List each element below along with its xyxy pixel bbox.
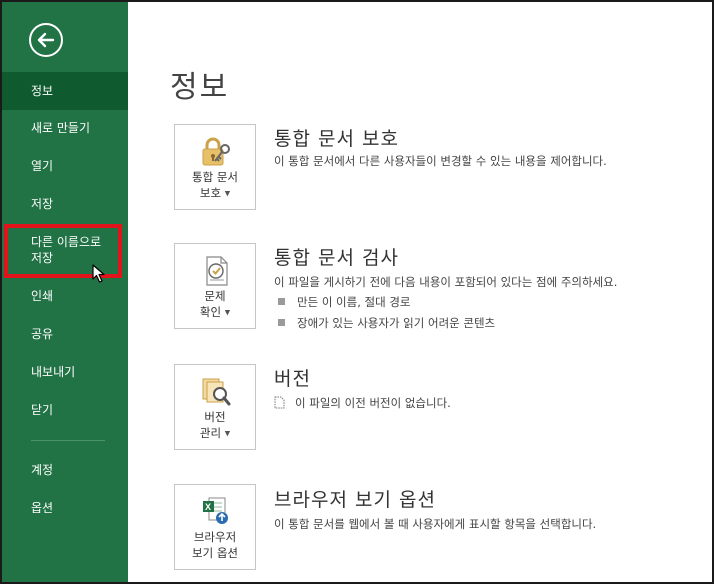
check-issues-button[interactable]: 문제 확인 ▼ <box>174 243 256 329</box>
back-arrow-icon <box>37 32 55 48</box>
back-button[interactable] <box>29 23 63 57</box>
nav-item-options[interactable]: 옵션 <box>2 500 128 516</box>
nav-item-label: 저장 <box>31 197 54 211</box>
nav-item-save[interactable]: 저장 <box>2 196 128 212</box>
tile-label-line1: 문제 <box>204 289 226 303</box>
nav-item-label: 공유 <box>31 327 54 341</box>
backstage-window: 정보 새로 만들기 열기 저장 다른 이름으로 저장 인쇄 공유 내보내기 닫기… <box>0 0 714 584</box>
lock-key-icon <box>202 137 230 166</box>
svg-text:X: X <box>205 502 211 512</box>
tile-label-line1: 통합 문서 <box>192 170 238 184</box>
list-item: 장애가 있는 사용자가 읽기 어려운 콘텐츠 <box>278 315 495 331</box>
dropdown-caret-icon: ▼ <box>224 429 231 438</box>
manage-versions-button[interactable]: 버전 관리 ▼ <box>174 364 256 450</box>
backstage-sidebar: 정보 새로 만들기 열기 저장 다른 이름으로 저장 인쇄 공유 내보내기 닫기… <box>2 2 128 582</box>
tile-label-line2: 확인 <box>199 305 222 319</box>
nav-item-label: 새로 만들기 <box>31 121 91 135</box>
section-title: 버전 <box>274 368 311 390</box>
document-icon <box>274 396 285 409</box>
tile-label-line1: 브라우저 <box>193 530 237 544</box>
versions-note: 이 파일의 이전 버전이 없습니다. <box>274 395 451 411</box>
bullet-square-icon <box>278 298 285 305</box>
nav-item-label: 계정 <box>31 463 54 477</box>
nav-item-share[interactable]: 공유 <box>2 326 128 342</box>
protect-workbook-button[interactable]: 통합 문서 보호 ▼ <box>174 124 256 210</box>
backstage-main: 정보 통합 문서 보호 ▼ 통합 문서 보호 이 통합 문서에서 다른 사용자들… <box>128 2 712 582</box>
check-document-icon <box>206 256 228 286</box>
tile-label-line1: 버전 <box>204 410 226 424</box>
nav-item-open[interactable]: 열기 <box>2 158 128 174</box>
tile-label-line2: 보기 옵션 <box>192 546 238 560</box>
nav-item-account[interactable]: 계정 <box>2 462 128 478</box>
mouse-cursor-icon <box>92 264 105 283</box>
nav-divider <box>31 440 105 441</box>
nav-item-label: 닫기 <box>31 403 54 417</box>
nav-item-label: 열기 <box>31 159 54 173</box>
list-item-text: 장애가 있는 사용자가 읽기 어려운 콘텐츠 <box>297 316 496 330</box>
page-title: 정보 <box>170 70 230 105</box>
nav-item-export[interactable]: 내보내기 <box>2 364 128 380</box>
nav-item-close[interactable]: 닫기 <box>2 402 128 418</box>
nav-item-label: 내보내기 <box>31 365 76 379</box>
section-title: 브라우저 보기 옵션 <box>274 489 436 511</box>
section-description: 이 통합 문서에서 다른 사용자들이 변경할 수 있는 내용을 제어합니다. <box>274 154 607 168</box>
versions-note-text: 이 파일의 이전 버전이 없습니다. <box>295 396 451 410</box>
nav-item-label: 옵션 <box>31 501 54 515</box>
section-title: 통합 문서 검사 <box>274 247 399 269</box>
bullet-square-icon <box>278 319 285 326</box>
nav-item-info[interactable]: 정보 <box>2 72 128 110</box>
dropdown-caret-icon: ▼ <box>224 189 231 198</box>
excel-browser-icon: X <box>203 497 228 524</box>
dropdown-caret-icon: ▼ <box>224 308 231 317</box>
nav-item-print[interactable]: 인쇄 <box>2 288 128 304</box>
section-description: 이 통합 문서를 웹에서 볼 때 사용자에게 표시할 항목을 선택합니다. <box>274 517 597 531</box>
list-item: 만든 이 이름, 절대 경로 <box>278 294 411 310</box>
list-item-text: 만든 이 이름, 절대 경로 <box>297 295 411 309</box>
nav-item-label: 인쇄 <box>31 289 54 303</box>
nav-item-label: 정보 <box>31 84 54 98</box>
browser-view-options-button[interactable]: X 브라우저 보기 옵션 <box>174 484 256 570</box>
section-description: 이 파일을 게시하기 전에 다음 내용이 포함되어 있다는 점에 주의하세요. <box>274 275 618 289</box>
tile-label-line2: 관리 <box>199 426 222 440</box>
versions-search-icon <box>202 378 231 406</box>
nav-item-new[interactable]: 새로 만들기 <box>2 120 128 136</box>
tile-label-line2: 보호 <box>199 186 222 200</box>
section-title: 통합 문서 보호 <box>274 128 399 150</box>
